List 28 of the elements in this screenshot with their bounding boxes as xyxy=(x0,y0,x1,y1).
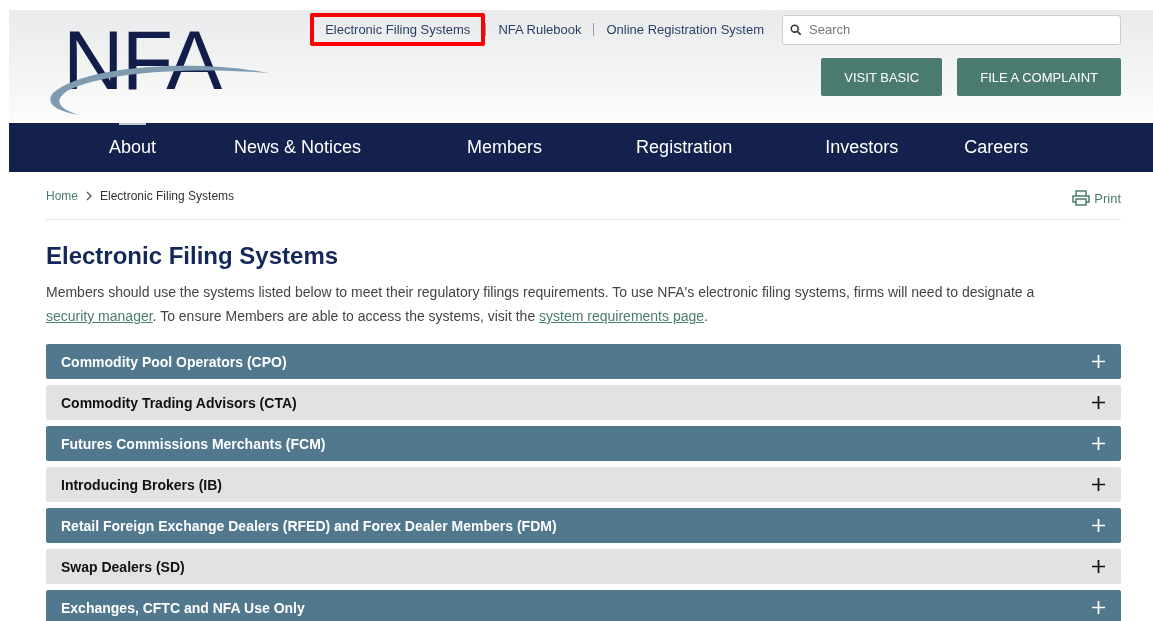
accordion-header[interactable]: Commodity Pool Operators (CPO) xyxy=(46,344,1121,379)
utility-link[interactable]: Electronic Filing Systems xyxy=(310,13,486,46)
breadcrumb-link[interactable]: Home xyxy=(46,188,78,203)
nav-link[interactable]: Careers xyxy=(964,125,1029,170)
text-link[interactable]: system requirements page xyxy=(539,308,705,324)
breadcrumb-current: Electronic Filing Systems xyxy=(100,188,235,203)
accordion-header[interactable]: Exchanges, CFTC and NFA Use Only xyxy=(46,590,1121,621)
page-title: Electronic Filing Systems xyxy=(46,242,340,270)
utility-link[interactable]: NFA Rulebook xyxy=(486,13,594,46)
printer-icon xyxy=(1072,190,1091,206)
accordion-header[interactable]: Swap Dealers (SD) xyxy=(46,549,1121,584)
print-link[interactable]: Print xyxy=(1072,185,1121,206)
accordion-header[interactable]: Introducing Brokers (IB) xyxy=(46,467,1121,502)
accordion-header[interactable]: Commodity Trading Advisors (CTA) xyxy=(46,385,1121,420)
header-button[interactable]: VISIT BASIC xyxy=(821,58,943,96)
nav-link[interactable]: Investors xyxy=(825,125,899,170)
nav-link[interactable]: Registration xyxy=(636,125,733,170)
text-link[interactable]: security manager xyxy=(46,308,153,324)
search-field[interactable]: Search xyxy=(782,14,1121,45)
header-button[interactable]: FILE A COMPLAINT xyxy=(957,58,1121,96)
accordion-header[interactable]: Retail Foreign Exchange Dealers (RFED) and Forex Dealer Members (FDM) xyxy=(46,508,1121,543)
chevron-icon xyxy=(86,190,92,201)
nav-link[interactable]: News & Notices xyxy=(234,125,362,170)
intro-paragraph: Members should use the systems listed below to meet their regulatory filings requirements. To use NFA's electronic filing systems, firms will need to designate a security manager. To ensure Members are able to access the systems, visit the system requirements page. xyxy=(46,283,1036,326)
accordion-header[interactable]: Futures Commissions Merchants (FCM) xyxy=(46,426,1121,461)
nav-link[interactable]: About xyxy=(109,125,157,170)
utility-link[interactable]: Online Registration System xyxy=(594,13,776,46)
nav-link[interactable]: Members xyxy=(467,125,543,170)
